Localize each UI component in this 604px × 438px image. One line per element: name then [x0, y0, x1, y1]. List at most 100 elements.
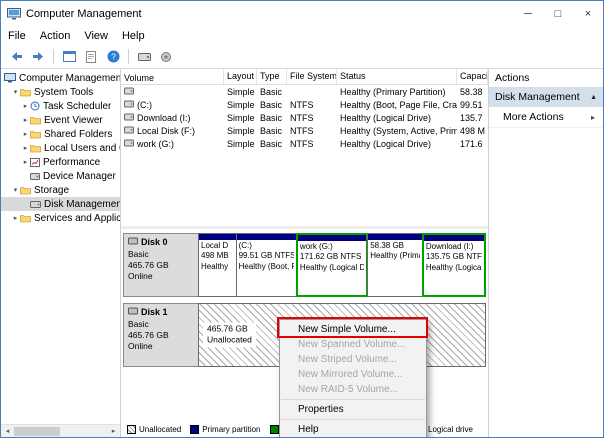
tree-item-storage[interactable]: ▾ Storage: [1, 183, 120, 197]
volume-list: Volume Layout Type File System Status Ca…: [121, 69, 488, 229]
expander-icon[interactable]: ▾: [11, 186, 20, 194]
properties-tool-icon[interactable]: [156, 47, 176, 67]
column-header-volume[interactable]: Volume: [121, 69, 224, 84]
actions-panel-title: Actions: [489, 69, 603, 88]
tree-item-event-viewer[interactable]: ▸ Event Viewer: [1, 113, 120, 127]
volume-layout: Simple: [227, 99, 255, 110]
menu-item-new-simple-volume[interactable]: New Simple Volume...: [280, 322, 426, 337]
tree-item-computer-management[interactable]: Computer Management (Local): [1, 71, 120, 85]
menu-view[interactable]: View: [77, 30, 115, 42]
scrollbar-thumb[interactable]: [14, 426, 60, 436]
disk-size: 465.76 GB: [128, 329, 169, 340]
menu-action[interactable]: Action: [33, 30, 78, 42]
actions-group-disk-management[interactable]: Disk Management ▲: [489, 88, 603, 107]
menu-item-new-raid5-volume: New RAID-5 Volume...: [298, 384, 399, 395]
tree-item-device-manager[interactable]: Device Manager: [1, 169, 120, 183]
more-actions-button[interactable]: More Actions ▸: [489, 107, 603, 128]
window-title: Computer Management: [26, 8, 142, 20]
back-button[interactable]: [6, 47, 26, 67]
tree-item-disk-management[interactable]: Disk Management: [1, 197, 120, 211]
volume-status: Healthy (Boot, Page File, Crash Dump, Pr…: [340, 99, 457, 110]
expander-icon[interactable]: ▸: [21, 144, 30, 152]
folder-icon: [20, 88, 31, 97]
horizontal-scrollbar[interactable]: ◂ ▸: [1, 424, 120, 437]
minimize-button[interactable]: ─: [513, 1, 543, 27]
console-tree-panel: Computer Management (Local) ▾ System Too…: [1, 69, 121, 437]
partition-work-g[interactable]: work (G:) 171.62 GB NTFS Healthy (Logical …: [295, 233, 369, 297]
volume-icon: [124, 113, 134, 123]
volume-layout: Simple: [227, 138, 255, 149]
menu-item-new-striped-volume: New Striped Volume...: [298, 354, 397, 365]
expander-icon[interactable]: ▸: [11, 214, 20, 222]
expander-icon[interactable]: ▸: [21, 116, 30, 124]
event-viewer-icon: [30, 116, 41, 125]
maximize-button[interactable]: □: [543, 1, 573, 27]
expander-icon[interactable]: ▸: [21, 102, 30, 110]
scroll-right-icon[interactable]: ▸: [107, 427, 120, 435]
volume-row[interactable]: Download (I:) Simple Basic NTFS Healthy …: [121, 111, 488, 124]
menu-help[interactable]: Help: [115, 30, 152, 42]
volume-list-header: Volume Layout Type File System Status Ca…: [121, 69, 488, 85]
toolbar-separator: [128, 49, 129, 64]
column-header-status[interactable]: Status: [337, 69, 457, 84]
volume-capacity: 135.7: [460, 112, 483, 123]
toolbar: ?: [1, 45, 603, 69]
collapse-icon[interactable]: ▲: [590, 94, 597, 101]
disk-size: 465.76 GB: [128, 259, 169, 270]
volume-layout: Simple: [227, 112, 255, 123]
scroll-left-icon[interactable]: ◂: [1, 427, 14, 435]
computer-icon: [4, 73, 16, 83]
services-icon: [20, 214, 31, 223]
tree-item-shared-folders[interactable]: ▸ Shared Folders: [1, 127, 120, 141]
help-button[interactable]: ?: [103, 47, 123, 67]
volume-icon: [124, 87, 134, 97]
disk-state: Online: [128, 270, 153, 281]
tree: Computer Management (Local) ▾ System Too…: [1, 69, 120, 424]
document-icon[interactable]: [81, 47, 101, 67]
disk-0-label[interactable]: Disk 0 Basic 465.76 GB Online: [123, 233, 199, 297]
app-icon: [7, 8, 21, 20]
submenu-arrow-icon: ▸: [590, 112, 595, 122]
disk-tool-icon[interactable]: [134, 47, 154, 67]
tree-item-system-tools[interactable]: ▾ System Tools: [1, 85, 120, 99]
users-icon: [30, 144, 41, 153]
volume-row[interactable]: Simple Basic Healthy (Primary Partition)…: [121, 85, 488, 98]
column-header-file-system[interactable]: File System: [287, 69, 337, 84]
column-header-type[interactable]: Type: [257, 69, 287, 84]
tree-item-performance[interactable]: ▸ Performance: [1, 155, 120, 169]
volume-row[interactable]: Local Disk (F:) Simple Basic NTFS Health…: [121, 124, 488, 137]
volume-type: Basic: [260, 125, 283, 136]
partition-c[interactable]: (C:)99.51 GB NTFSHealthy (Boot, Page Fil…: [235, 233, 297, 297]
volume-type: Basic: [260, 138, 283, 149]
column-header-layout[interactable]: Layout: [224, 69, 257, 84]
close-button[interactable]: ×: [573, 1, 603, 27]
partition-unnamed[interactable]: 58.38 GBHealthy (Primary Partition): [367, 233, 423, 297]
volume-capacity: 498 M: [460, 125, 486, 136]
tree-item-label: Disk Management: [44, 198, 120, 210]
expander-icon[interactable]: ▾: [11, 88, 20, 96]
svg-text:?: ?: [111, 51, 116, 61]
column-header-capacity[interactable]: Capacity: [457, 69, 488, 84]
volume-icon: [124, 100, 134, 110]
tree-item-services-applications[interactable]: ▸ Services and Applications: [1, 211, 120, 225]
tree-item-task-scheduler[interactable]: ▸ Task Scheduler: [1, 99, 120, 113]
volume-status: Healthy (Primary Partition): [340, 86, 446, 97]
volume-row[interactable]: (C:) Simple Basic NTFS Healthy (Boot, Pa…: [121, 98, 488, 111]
legend-item-unallocated: Unallocated: [127, 424, 181, 434]
extended-swatch: [269, 424, 279, 434]
tree-item-local-users-groups[interactable]: ▸ Local Users and Groups: [1, 141, 120, 155]
tree-item-label: System Tools: [34, 86, 94, 98]
menu-item-properties[interactable]: Properties: [280, 402, 426, 417]
partition-local-disk-f[interactable]: Local D 498 MB Healthy: [198, 233, 237, 297]
menu-file[interactable]: File: [1, 30, 33, 42]
disk-1-label[interactable]: Disk 1 Basic 465.76 GB Online: [123, 303, 199, 367]
expander-icon[interactable]: ▸: [21, 130, 30, 138]
console-window-icon[interactable]: [59, 47, 79, 67]
volume-row[interactable]: work (G:) Simple Basic NTFS Healthy (Log…: [121, 137, 488, 150]
partition-download-i[interactable]: Download (I:) 135.75 GB NTFS Healthy (Logi…: [421, 233, 487, 297]
disk-management-icon: [30, 200, 41, 209]
forward-button[interactable]: [28, 47, 48, 67]
menu-item-help[interactable]: Help: [280, 422, 426, 437]
expander-icon[interactable]: ▸: [21, 158, 30, 166]
volume-fs: NTFS: [290, 112, 314, 123]
